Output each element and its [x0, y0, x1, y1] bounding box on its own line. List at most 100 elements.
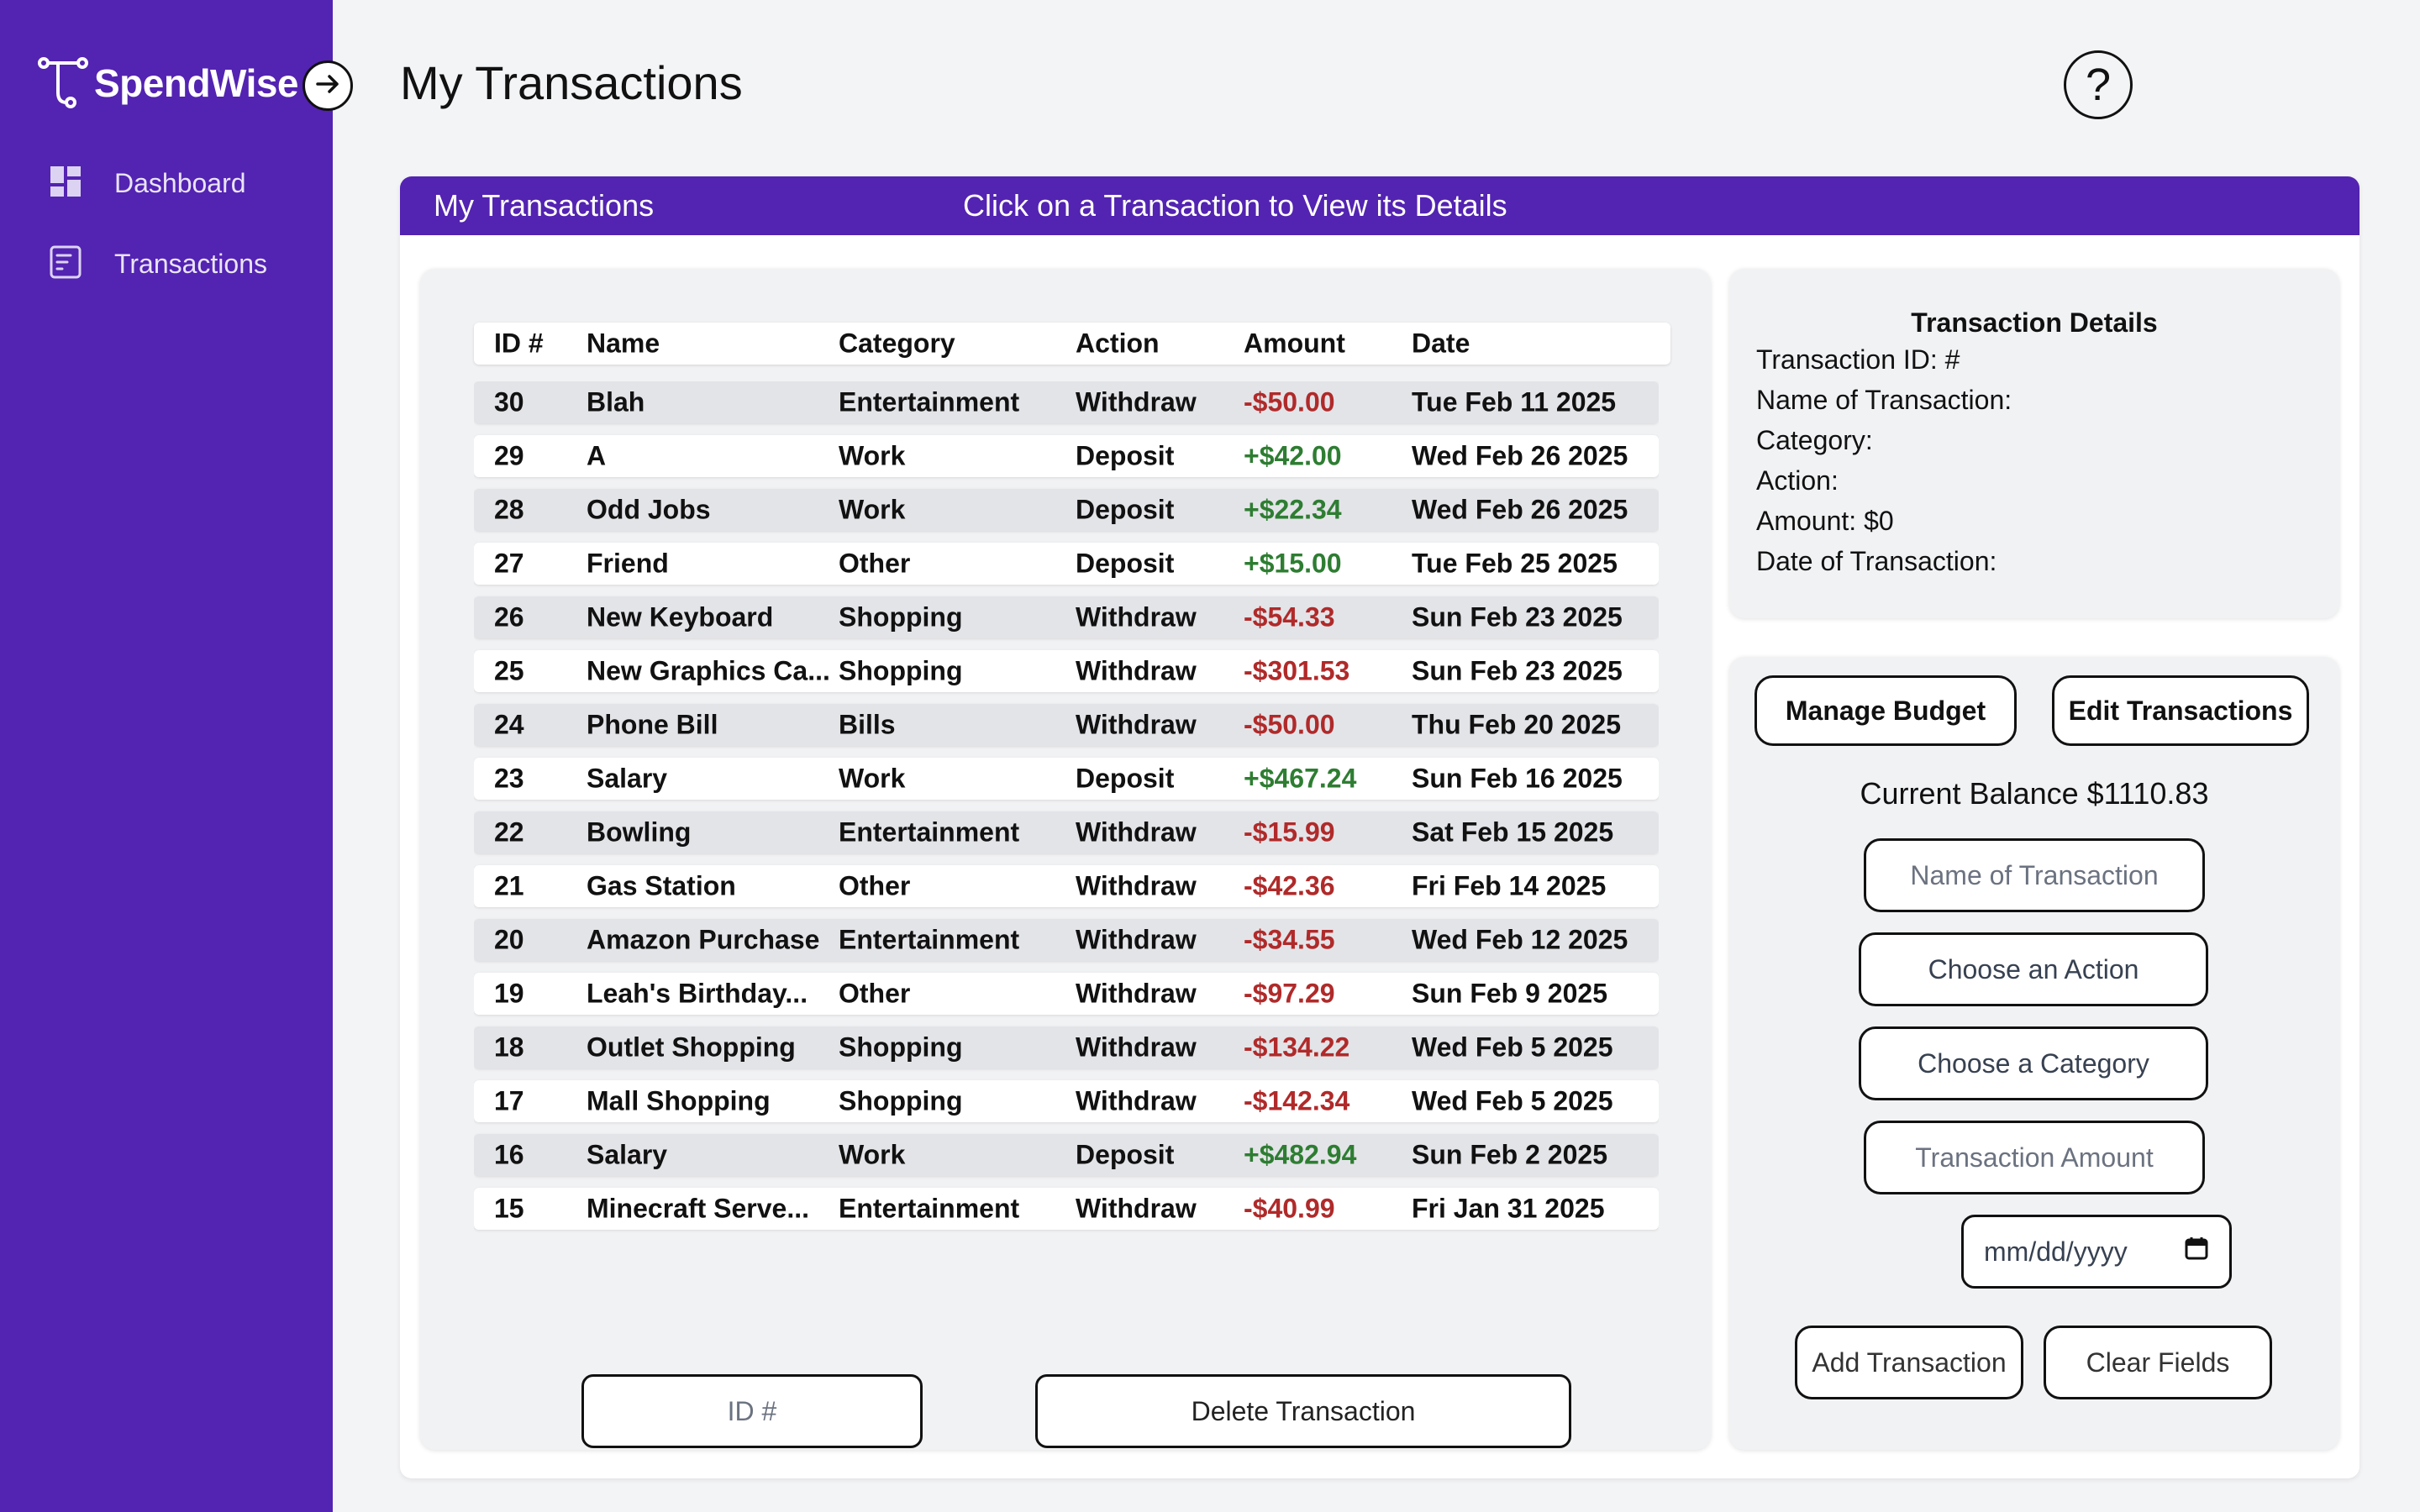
cell-action: Withdraw [1076, 1032, 1197, 1063]
column-header-amount: Amount [1244, 328, 1345, 359]
cell-date: Tue Feb 25 2025 [1412, 548, 1618, 579]
action-select[interactable]: Choose an Action [1859, 932, 2208, 1006]
cell-category: Entertainment [839, 386, 1020, 417]
cell-amount: -$301.53 [1244, 655, 1350, 686]
cell-id: 15 [494, 1193, 524, 1224]
table-row[interactable]: 18 Outlet Shopping Shopping Withdraw -$134.2… [474, 1026, 1659, 1068]
cell-name: Leah's Birthday... [587, 978, 808, 1009]
cell-category: Entertainment [839, 816, 1020, 848]
table-row[interactable]: 23 Salary Work Deposit +$467.24 Sun Feb 16 20… [474, 758, 1659, 800]
dashboard-icon [49, 165, 86, 202]
collapse-sidebar-button[interactable] [302, 60, 353, 111]
table-body[interactable]: 30 Blah Entertainment Withdraw -$50.00 Tue Fe… [474, 381, 1659, 1247]
table-row[interactable]: 17 Mall Shopping Shopping Withdraw -$142.34 W… [474, 1080, 1659, 1122]
table-row[interactable]: 24 Phone Bill Bills Withdraw -$50.00 Thu Feb … [474, 704, 1659, 746]
column-header-date: Date [1412, 328, 1470, 359]
transaction-name-input[interactable] [1864, 838, 2205, 912]
transaction-amount-input[interactable] [1864, 1121, 2205, 1194]
table-row[interactable]: 20 Amazon Purchase Entertainment Withdraw -$… [474, 919, 1659, 961]
action-select-value: Choose an Action [1928, 953, 2139, 984]
cell-date: Sun Feb 9 2025 [1412, 978, 1607, 1009]
cell-name: New Graphics Ca... [587, 655, 830, 686]
table-row[interactable]: 19 Leah's Birthday... Other Withdraw -$97.29… [474, 973, 1659, 1015]
date-placeholder: mm/dd/yyyy [1984, 1236, 2128, 1267]
transaction-details-panel: Transaction Details Transaction ID: # Na… [1729, 269, 2339, 618]
cell-category: Shopping [839, 1085, 963, 1116]
cell-name: Outlet Shopping [587, 1032, 796, 1063]
transactions-table-panel: ID # Name Category Action Amount Date 30… [420, 269, 1711, 1450]
cell-action: Deposit [1076, 1139, 1175, 1170]
sidebar-item-label: Dashboard [114, 167, 246, 198]
cell-date: Sun Feb 23 2025 [1412, 655, 1623, 686]
transaction-id-input[interactable] [581, 1374, 923, 1448]
cell-date: Wed Feb 26 2025 [1412, 440, 1628, 471]
table-row[interactable]: 21 Gas Station Other Withdraw -$42.36 Fri Feb… [474, 865, 1659, 907]
cell-action: Withdraw [1076, 870, 1197, 901]
table-row[interactable]: 15 Minecraft Serve... Entertainment Withdra… [474, 1188, 1659, 1230]
help-button[interactable]: ? [2064, 50, 2133, 119]
cell-action: Deposit [1076, 440, 1175, 471]
card-header: My Transactions Click on a Transaction t… [400, 176, 2360, 235]
cell-id: 21 [494, 870, 524, 901]
detail-date: Date of Transaction: [1756, 546, 1997, 576]
cell-category: Work [839, 763, 906, 794]
transactions-icon [49, 245, 86, 282]
cell-id: 28 [494, 494, 524, 525]
cell-category: Work [839, 494, 906, 525]
cell-name: A [587, 440, 607, 471]
cell-name: New Keyboard [587, 601, 774, 633]
table-row[interactable]: 29 A Work Deposit +$42.00 Wed Feb 26 2025 [474, 435, 1659, 477]
cell-id: 27 [494, 548, 524, 579]
cell-category: Shopping [839, 1032, 963, 1063]
column-header-name: Name [587, 328, 660, 359]
cell-amount: -$15.99 [1244, 816, 1335, 848]
cell-name: Friend [587, 548, 669, 579]
cell-name: Phone Bill [587, 709, 718, 740]
delete-transaction-button[interactable]: Delete Transaction [1035, 1374, 1571, 1448]
cell-action: Withdraw [1076, 655, 1197, 686]
sidebar-item-transactions[interactable]: Transactions [49, 245, 267, 282]
detail-category: Category: [1756, 425, 1873, 455]
cell-id: 20 [494, 924, 524, 955]
cell-category: Other [839, 870, 911, 901]
cell-id: 22 [494, 816, 524, 848]
cell-date: Wed Feb 12 2025 [1412, 924, 1628, 955]
brand[interactable]: SpendWise [35, 55, 299, 111]
detail-transaction-id: Transaction ID: # [1756, 344, 1960, 375]
clear-fields-button[interactable]: Clear Fields [2044, 1326, 2272, 1399]
cell-id: 16 [494, 1139, 524, 1170]
add-transaction-button[interactable]: Add Transaction [1795, 1326, 2023, 1399]
cell-category: Bills [839, 709, 896, 740]
sidebar-item-dashboard[interactable]: Dashboard [49, 165, 246, 202]
cell-id: 24 [494, 709, 524, 740]
table-row[interactable]: 22 Bowling Entertainment Withdraw -$15.99 Sat… [474, 811, 1659, 853]
table-row[interactable]: 26 New Keyboard Shopping Withdraw -$54.33 Sun… [474, 596, 1659, 638]
details-title: Transaction Details [1911, 307, 2158, 338]
table-row[interactable]: 16 Salary Work Deposit +$482.94 Sun Feb 2 202… [474, 1134, 1659, 1176]
cell-date: Fri Feb 14 2025 [1412, 870, 1607, 901]
table-header: ID # Name Category Action Amount Date [474, 323, 1670, 365]
cell-category: Shopping [839, 601, 963, 633]
transaction-date-input[interactable]: mm/dd/yyyy [1961, 1215, 2232, 1289]
cell-category: Work [839, 1139, 906, 1170]
manage-budget-button[interactable]: Manage Budget [1754, 675, 2017, 746]
arrow-right-icon [313, 70, 342, 102]
cell-id: 18 [494, 1032, 524, 1063]
cell-name: Minecraft Serve... [587, 1193, 809, 1224]
cell-date: Thu Feb 20 2025 [1412, 709, 1621, 740]
cell-category: Shopping [839, 655, 963, 686]
cell-action: Withdraw [1076, 816, 1197, 848]
table-row[interactable]: 28 Odd Jobs Work Deposit +$22.34 Wed Feb 26 2… [474, 489, 1659, 531]
table-row[interactable]: 30 Blah Entertainment Withdraw -$50.00 Tue Fe… [474, 381, 1659, 423]
edit-transactions-button[interactable]: Edit Transactions [2052, 675, 2309, 746]
table-row[interactable]: 27 Friend Other Deposit +$15.00 Tue Feb 25 20… [474, 543, 1659, 585]
cell-name: Salary [587, 1139, 668, 1170]
transactions-card: My Transactions Click on a Transaction t… [400, 176, 2360, 1478]
sidebar: SpendWise Dashboard Transactions [0, 0, 353, 1512]
cell-name: Salary [587, 763, 668, 794]
category-select[interactable]: Choose a Category [1859, 1026, 2208, 1100]
table-row[interactable]: 25 New Graphics Ca... Shopping Withdraw -$30… [474, 650, 1659, 692]
cell-amount: +$42.00 [1244, 440, 1342, 471]
cell-date: Wed Feb 5 2025 [1412, 1032, 1613, 1063]
calendar-icon[interactable] [2184, 1236, 2209, 1268]
